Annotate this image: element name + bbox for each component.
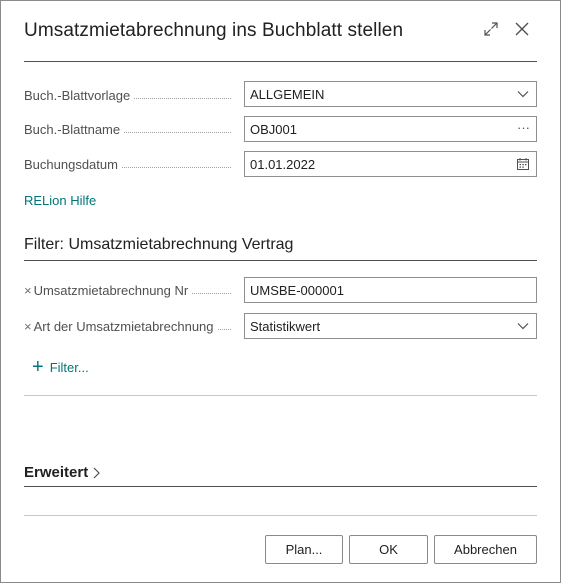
add-filter-label: Filter... (49, 359, 89, 375)
filter-end-divider (24, 395, 537, 396)
plan-button[interactable]: Plan... (265, 535, 343, 564)
umsatz-nr-value: UMSBE-000001 (250, 283, 344, 298)
ellipsis-icon[interactable]: ··· (517, 120, 530, 135)
umsatz-art-dropdown[interactable]: Statistikwert (244, 313, 537, 339)
add-filter-button[interactable]: + Filter... (32, 356, 89, 378)
filter-label-art: × Art der Umsatzmietabrechnung (24, 319, 239, 334)
dialog-title: Umsatzmietabrechnung ins Buchblatt stell… (24, 20, 404, 41)
chevron-down-icon[interactable] (516, 87, 530, 104)
dialog: Umsatzmietabrechnung ins Buchblatt stell… (0, 0, 561, 583)
ok-button[interactable]: OK (349, 535, 428, 564)
filter-section-divider (24, 260, 537, 261)
remove-filter-icon[interactable]: × (24, 283, 32, 298)
chevron-right-icon (91, 466, 101, 480)
advanced-section-toggle[interactable]: Erweitert (24, 464, 101, 481)
footer-divider (24, 515, 537, 516)
relion-help-link[interactable]: RELion Hilfe (24, 193, 96, 208)
buchungsdatum-value: 01.01.2022 (250, 157, 316, 172)
advanced-label: Erweitert (24, 464, 89, 481)
advanced-divider (24, 486, 537, 487)
cancel-button[interactable]: Abbrechen (434, 535, 537, 564)
blattvorlage-value: ALLGEMEIN (250, 87, 325, 102)
chevron-down-icon[interactable] (516, 319, 530, 336)
filter-section-title: Filter: Umsatzmietabrechnung Vertrag (24, 236, 294, 253)
field-label-blattvorlage: Buch.-Blattvorlage (24, 88, 239, 103)
umsatz-nr-field[interactable]: UMSBE-000001 (244, 277, 537, 303)
umsatz-art-value: Statistikwert (250, 319, 321, 334)
field-label-buchungsdatum: Buchungsdatum (24, 157, 239, 172)
expand-icon[interactable] (483, 21, 499, 37)
plus-icon: + (32, 356, 44, 378)
blattname-value: OBJ001 (250, 122, 297, 137)
field-label-blattname: Buch.-Blattname (24, 122, 239, 137)
title-divider (24, 61, 537, 62)
blattname-field[interactable]: OBJ001 ··· (244, 116, 537, 142)
buchungsdatum-field[interactable]: 01.01.2022 (244, 151, 537, 177)
blattvorlage-dropdown[interactable]: ALLGEMEIN (244, 81, 537, 107)
remove-filter-icon[interactable]: × (24, 319, 32, 334)
filter-label-nr: × Umsatzmietabrechnung Nr (24, 283, 239, 298)
calendar-icon[interactable] (516, 157, 530, 174)
close-icon[interactable] (514, 21, 530, 37)
